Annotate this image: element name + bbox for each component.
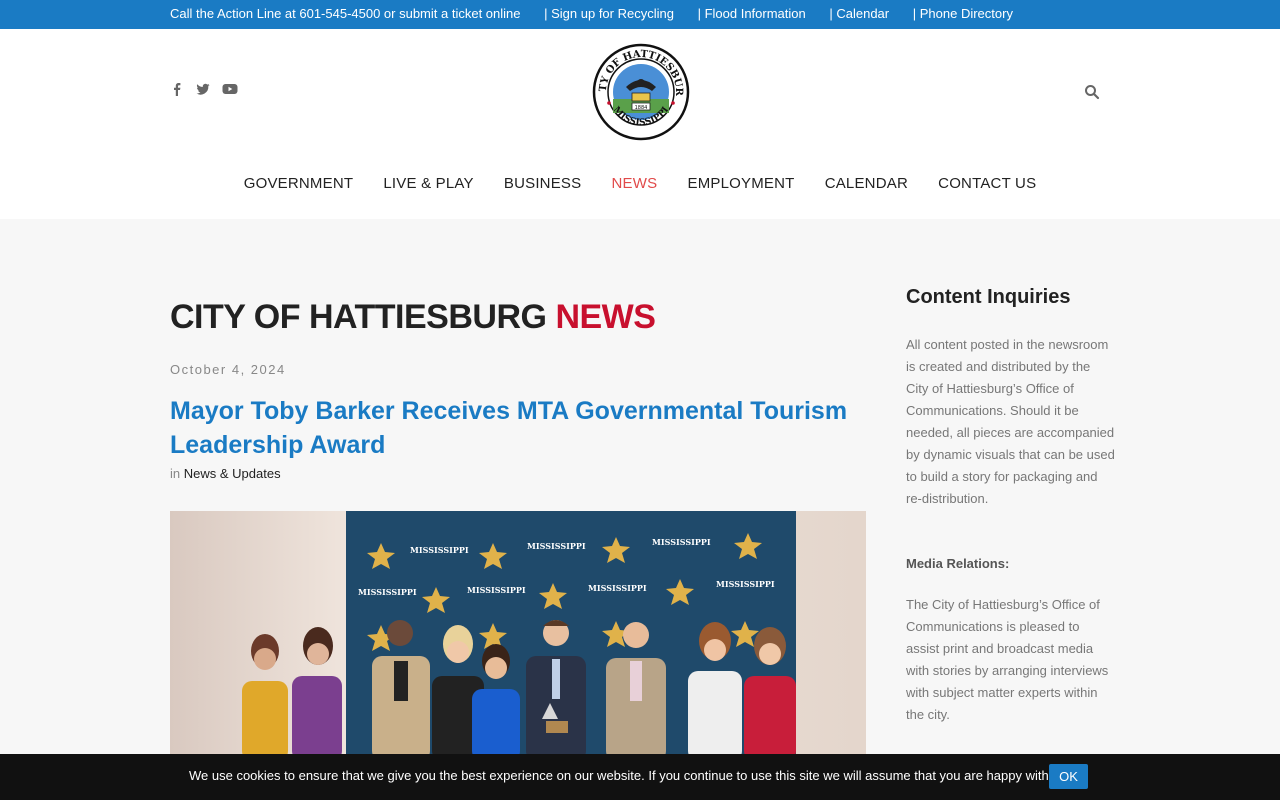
cookie-ok-button[interactable]: OK — [1049, 764, 1088, 789]
post-date: October 4, 2024 — [170, 362, 286, 377]
sidebar-content-paragraph: All content posted in the newsroom is cr… — [906, 337, 1115, 506]
svg-text:MISSISSIPPI: MISSISSIPPI — [588, 583, 647, 593]
nav-contact-us[interactable]: CONTACT US — [938, 175, 1036, 192]
svg-text:MISSISSIPPI: MISSISSIPPI — [467, 585, 526, 595]
sidebar-media-paragraph: The City of Hattiesburg’s Office of Comm… — [906, 597, 1109, 722]
site-header: 1884 CITY OF HATTIESBURG MISSISSIPPI GOV… — [0, 29, 1280, 219]
featured-image[interactable]: MISSISSIPPI MISSISSIPPI MISSISSIPPI MISS… — [170, 511, 866, 761]
nav-live-play[interactable]: LIVE & PLAY — [383, 175, 473, 192]
media-relations-heading: Media Relations: — [906, 556, 1010, 571]
page-title: CITY OF HATTIESBURG NEWS — [170, 298, 656, 337]
page-title-main: CITY OF HATTIESBURG — [170, 298, 547, 336]
action-line-link[interactable]: Call the Action Line at 601-545-4500 or … — [170, 6, 521, 21]
cookie-banner: We use cookies to ensure that we give yo… — [0, 754, 1280, 800]
social-links — [170, 82, 238, 96]
sidebar-title: Content Inquiries — [906, 286, 1071, 308]
svg-text:MISSISSIPPI: MISSISSIPPI — [716, 579, 775, 589]
nav-news[interactable]: NEWS — [612, 175, 658, 192]
cookie-message: We use cookies to ensure that we give yo… — [189, 768, 1063, 783]
page-title-accent: NEWS — [555, 298, 656, 336]
top-bar: Call the Action Line at 601-545-4500 or … — [0, 0, 1280, 29]
post-meta-prefix: in — [170, 466, 181, 481]
svg-text:1884: 1884 — [635, 105, 648, 111]
post-meta: in News & Updates — [170, 466, 281, 481]
phone-directory-link[interactable]: | Phone Directory — [913, 6, 1013, 21]
post-category-link[interactable]: News & Updates — [184, 466, 281, 481]
youtube-icon[interactable] — [222, 82, 238, 96]
nav-employment[interactable]: EMPLOYMENT — [688, 175, 795, 192]
search-icon[interactable] — [1084, 84, 1100, 100]
nav-business[interactable]: BUSINESS — [504, 175, 581, 192]
svg-text:MISSISSIPPI: MISSISSIPPI — [358, 587, 417, 597]
svg-text:MISSISSIPPI: MISSISSIPPI — [410, 545, 469, 555]
svg-text:MISSISSIPPI: MISSISSIPPI — [527, 541, 586, 551]
flood-info-link[interactable]: | Flood Information — [698, 6, 806, 21]
calendar-link[interactable]: | Calendar — [829, 6, 889, 21]
svg-text:MISSISSIPPI: MISSISSIPPI — [652, 537, 711, 547]
facebook-icon[interactable] — [170, 82, 184, 96]
city-seal-logo[interactable]: 1884 CITY OF HATTIESBURG MISSISSIPPI — [588, 35, 690, 141]
nav-government[interactable]: GOVERNMENT — [244, 175, 354, 192]
main-nav: GOVERNMENT LIVE & PLAY BUSINESS NEWS EMP… — [0, 175, 1280, 192]
nav-calendar[interactable]: CALENDAR — [825, 175, 908, 192]
recycling-link[interactable]: | Sign up for Recycling — [544, 6, 674, 21]
post-title[interactable]: Mayor Toby Barker Receives MTA Governmen… — [170, 394, 866, 462]
twitter-icon[interactable] — [196, 82, 210, 96]
